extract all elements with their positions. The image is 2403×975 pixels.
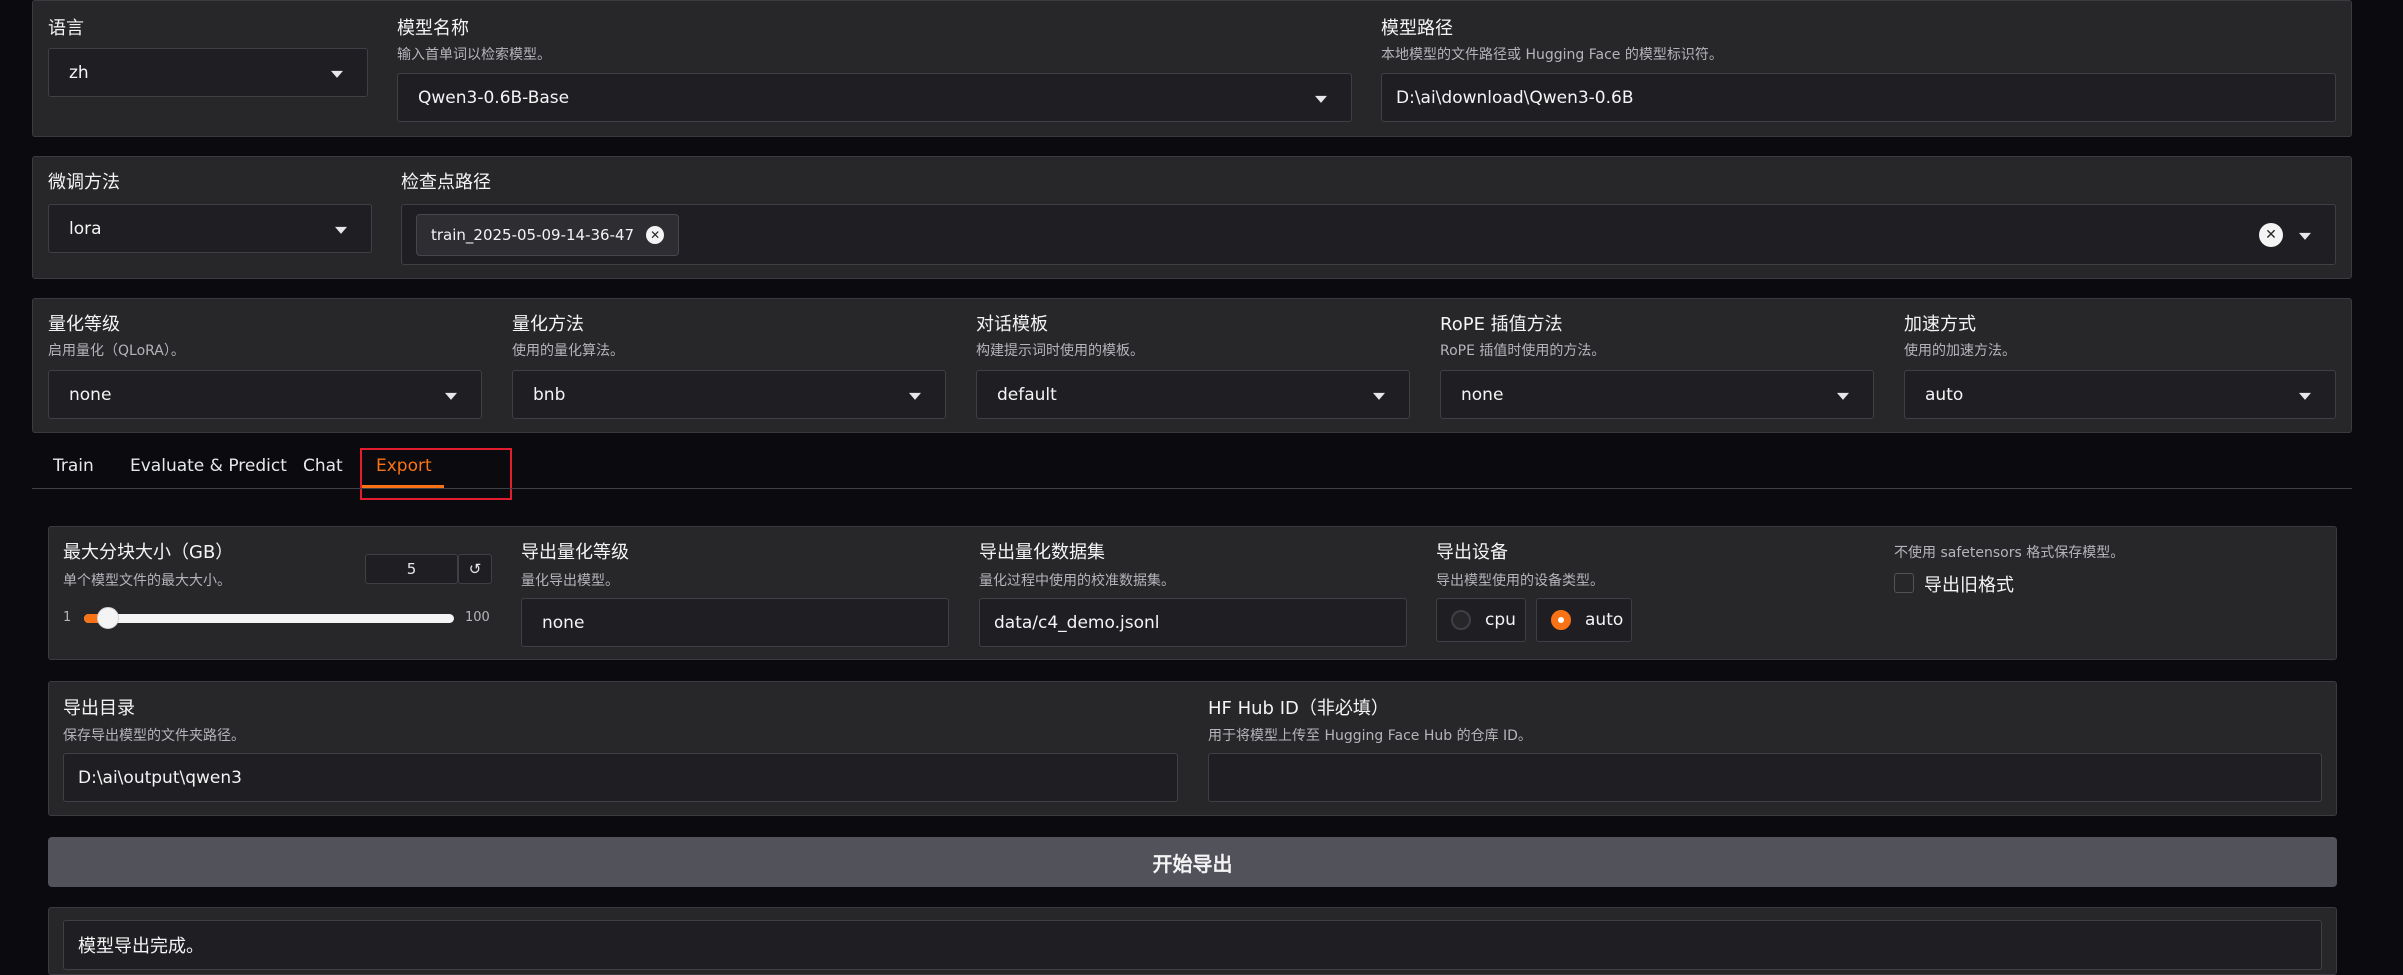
chevron-down-icon bbox=[1315, 95, 1327, 103]
model-name-value: Qwen3-0.6B-Base bbox=[418, 87, 570, 108]
tab-chat[interactable]: Chat bbox=[303, 456, 343, 476]
export-quant-bit-dropdown[interactable]: none bbox=[521, 598, 949, 647]
model-path-value: D:\ai\download\Qwen3-0.6B bbox=[1396, 87, 1634, 108]
checkpoint-tag: train_2025-05-09-14-36-47 ✕ bbox=[416, 213, 680, 256]
finetune-method-dropdown[interactable]: lora bbox=[48, 204, 372, 253]
export-quant-dataset-value: data/c4_demo.jsonl bbox=[994, 612, 1160, 633]
chevron-down-icon bbox=[1373, 392, 1385, 400]
legacy-format-checkbox[interactable] bbox=[1894, 573, 1914, 593]
language-label: 语言 bbox=[48, 18, 84, 39]
language-value: zh bbox=[69, 62, 89, 83]
export-dir-value: D:\ai\output\qwen3 bbox=[78, 767, 242, 788]
booster-value: auto bbox=[1925, 384, 1964, 405]
shard-size-slider[interactable] bbox=[84, 607, 454, 629]
radio-circle-icon bbox=[1451, 610, 1471, 630]
clear-icon[interactable]: ✕ bbox=[2259, 223, 2283, 247]
chevron-down-icon bbox=[331, 70, 343, 78]
model-name-dropdown[interactable]: Qwen3-0.6B-Base bbox=[397, 73, 1352, 122]
booster-info: 使用的加速方法。 bbox=[1904, 343, 2016, 359]
hub-id-label: HF Hub ID（非必填） bbox=[1208, 698, 1389, 719]
rope-info: RoPE 插值时使用的方法。 bbox=[1440, 343, 1606, 359]
shard-size-label: 最大分块大小（GB） bbox=[63, 542, 234, 563]
export-quant-dataset-info: 量化过程中使用的校准数据集。 bbox=[979, 573, 1175, 589]
chevron-down-icon bbox=[445, 392, 457, 400]
export-dir-info: 保存导出模型的文件夹路径。 bbox=[63, 728, 245, 744]
chevron-down-icon bbox=[2299, 392, 2311, 400]
template-label: 对话模板 bbox=[976, 314, 1048, 335]
export-quant-dataset-input[interactable]: data/c4_demo.jsonl bbox=[979, 598, 1407, 647]
booster-dropdown[interactable]: auto bbox=[1904, 370, 2336, 419]
shard-size-info: 单个模型文件的最大大小。 bbox=[63, 573, 231, 589]
checkpoint-dropdown[interactable]: train_2025-05-09-14-36-47 ✕ ✕ bbox=[401, 204, 2336, 265]
reset-icon: ↺ bbox=[468, 560, 482, 578]
checkpoint-tag-label: train_2025-05-09-14-36-47 bbox=[431, 225, 635, 244]
model-path-input[interactable]: D:\ai\download\Qwen3-0.6B bbox=[1381, 73, 2336, 122]
radio-selected-icon bbox=[1551, 610, 1571, 630]
output-box: 模型导出完成。 bbox=[63, 920, 2322, 970]
rope-value: none bbox=[1461, 384, 1504, 405]
chevron-down-icon bbox=[335, 226, 347, 234]
export-quant-bit-value: none bbox=[542, 612, 585, 633]
chevron-down-icon bbox=[2299, 232, 2311, 240]
quant-method-label: 量化方法 bbox=[512, 314, 584, 335]
tab-train[interactable]: Train bbox=[53, 456, 94, 476]
output-text: 模型导出完成。 bbox=[78, 936, 204, 957]
tab-highlight-box bbox=[360, 448, 512, 500]
quant-bit-value: none bbox=[69, 384, 112, 405]
export-device-label: 导出设备 bbox=[1436, 542, 1508, 563]
export-quant-bit-info: 量化导出模型。 bbox=[521, 573, 619, 589]
chevron-down-icon bbox=[909, 392, 921, 400]
legacy-format-info: 不使用 safetensors 格式保存模型。 bbox=[1894, 545, 2125, 561]
template-info: 构建提示词时使用的模板。 bbox=[976, 343, 1144, 359]
template-value: default bbox=[997, 384, 1057, 405]
quant-method-value: bnb bbox=[533, 384, 566, 405]
export-quant-dataset-label: 导出量化数据集 bbox=[979, 542, 1105, 563]
model-name-info: 输入首单词以检索模型。 bbox=[397, 47, 551, 63]
language-dropdown[interactable]: zh bbox=[48, 48, 368, 97]
start-export-label: 开始导出 bbox=[1152, 851, 1233, 876]
quant-bit-label: 量化等级 bbox=[48, 314, 120, 335]
device-option-auto[interactable]: auto bbox=[1536, 598, 1632, 642]
quant-bit-info: 启用量化（QLoRA）。 bbox=[48, 343, 185, 359]
tabs-divider bbox=[32, 488, 2352, 489]
hub-id-info: 用于将模型上传至 Hugging Face Hub 的仓库 ID。 bbox=[1208, 728, 1532, 744]
finetune-method-label: 微调方法 bbox=[48, 172, 120, 193]
chevron-down-icon bbox=[1837, 392, 1849, 400]
checkpoint-label: 检查点路径 bbox=[401, 172, 491, 193]
device-option-cpu[interactable]: cpu bbox=[1436, 598, 1526, 642]
export-dir-input[interactable]: D:\ai\output\qwen3 bbox=[63, 753, 1178, 802]
quant-method-dropdown[interactable]: bnb bbox=[512, 370, 946, 419]
device-option-cpu-label: cpu bbox=[1485, 610, 1516, 630]
quant-bit-dropdown[interactable]: none bbox=[48, 370, 482, 419]
tab-evaluate-predict[interactable]: Evaluate & Predict bbox=[130, 456, 287, 476]
slider-max-label: 100 bbox=[465, 610, 490, 625]
slider-track bbox=[84, 614, 454, 623]
hub-id-input[interactable] bbox=[1208, 753, 2322, 802]
rope-label: RoPE 插值方法 bbox=[1440, 314, 1563, 335]
start-export-button[interactable]: 开始导出 bbox=[48, 837, 2337, 887]
model-name-label: 模型名称 bbox=[397, 18, 469, 39]
slider-thumb[interactable] bbox=[97, 607, 119, 629]
booster-label: 加速方式 bbox=[1904, 314, 1976, 335]
finetune-method-value: lora bbox=[69, 218, 102, 239]
shard-size-reset-button[interactable]: ↺ bbox=[458, 554, 492, 584]
model-path-info: 本地模型的文件路径或 Hugging Face 的模型标识符。 bbox=[1381, 47, 1723, 63]
shard-size-value: 5 bbox=[406, 560, 417, 578]
shard-size-number-input[interactable]: 5 bbox=[365, 554, 458, 584]
rope-dropdown[interactable]: none bbox=[1440, 370, 1874, 419]
device-option-auto-label: auto bbox=[1585, 610, 1624, 630]
legacy-format-label: 导出旧格式 bbox=[1924, 575, 2014, 596]
export-device-info: 导出模型使用的设备类型。 bbox=[1436, 573, 1604, 589]
model-path-label: 模型路径 bbox=[1381, 18, 1453, 39]
quant-method-info: 使用的量化算法。 bbox=[512, 343, 624, 359]
slider-min-label: 1 bbox=[63, 610, 72, 625]
export-dir-label: 导出目录 bbox=[63, 698, 135, 719]
tag-remove-icon[interactable]: ✕ bbox=[646, 225, 665, 244]
template-dropdown[interactable]: default bbox=[976, 370, 1410, 419]
export-quant-bit-label: 导出量化等级 bbox=[521, 542, 629, 563]
